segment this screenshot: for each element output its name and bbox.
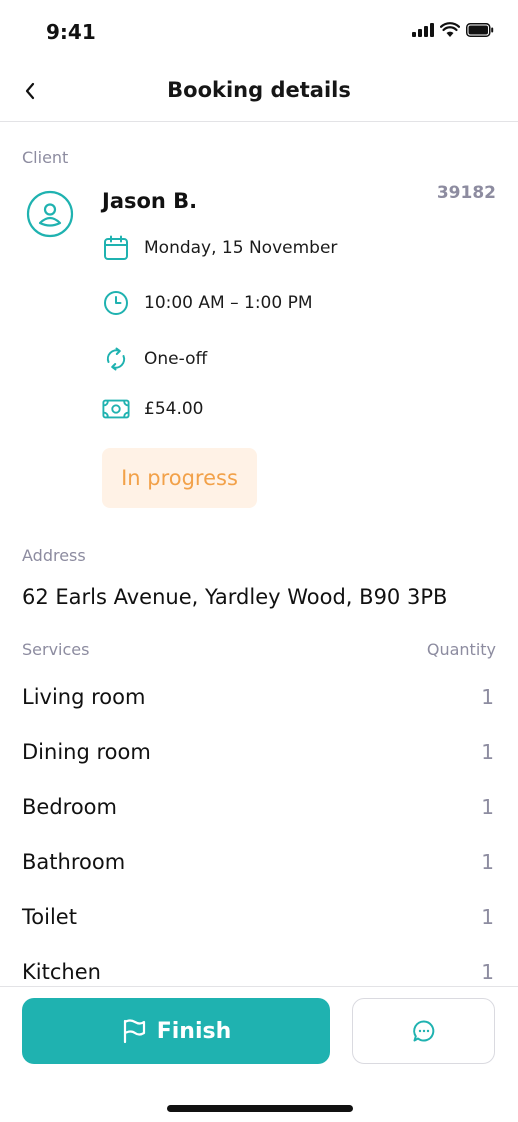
- service-quantity: 1: [481, 905, 494, 929]
- finish-button-label: Finish: [156, 1018, 232, 1044]
- service-row: Dining room 1: [22, 734, 494, 770]
- repeat-icon: [102, 345, 130, 373]
- cash-icon: [102, 395, 130, 423]
- service-quantity: 1: [481, 960, 494, 984]
- address-section-label: Address: [22, 546, 86, 565]
- flag-icon: [123, 1019, 145, 1044]
- battery-icon: [466, 22, 494, 37]
- status-icons: [412, 22, 494, 37]
- service-name: Toilet: [22, 905, 77, 929]
- service-row: Kitchen 1: [22, 954, 494, 990]
- frequency-row: One-off: [102, 344, 207, 374]
- service-quantity: 1: [481, 850, 494, 874]
- client-section-label: Client: [22, 148, 69, 167]
- signal-icon: [412, 22, 434, 37]
- home-indicator: [167, 1105, 353, 1112]
- services-section-label: Services: [22, 640, 90, 659]
- chat-bubble-icon: [412, 1020, 434, 1042]
- finish-button[interactable]: Finish: [22, 998, 330, 1064]
- service-row: Living room 1: [22, 679, 494, 715]
- service-name: Bedroom: [22, 795, 117, 819]
- service-quantity: 1: [481, 685, 494, 709]
- wifi-icon: [440, 22, 460, 37]
- bottom-action-bar: Finish: [0, 986, 518, 1122]
- status-time: 9:41: [46, 20, 96, 44]
- service-row: Bathroom 1: [22, 844, 494, 880]
- booking-frequency: One-off: [144, 349, 208, 369]
- status-bar: 9:41: [0, 0, 518, 64]
- service-quantity: 1: [481, 740, 494, 764]
- address-value: 62 Earls Avenue, Yardley Wood, B90 3PB: [22, 585, 448, 609]
- time-row: 10:00 AM – 1:00 PM: [102, 288, 313, 318]
- header: Booking details: [0, 64, 518, 122]
- clock-icon: [102, 289, 130, 317]
- service-name: Kitchen: [22, 960, 101, 984]
- service-name: Living room: [22, 685, 146, 709]
- price-row: £54.00: [102, 394, 203, 424]
- service-name: Dining room: [22, 740, 151, 764]
- date-row: Monday, 15 November: [102, 233, 337, 263]
- calendar-icon: [102, 234, 130, 262]
- user-avatar-icon: [26, 190, 74, 238]
- client-name: Jason B.: [102, 189, 198, 213]
- service-row: Toilet 1: [22, 899, 494, 935]
- booking-time: 10:00 AM – 1:00 PM: [144, 293, 313, 313]
- chat-button[interactable]: [352, 998, 495, 1064]
- booking-price: £54.00: [144, 399, 204, 419]
- page-title: Booking details: [167, 78, 351, 102]
- status-badge: In progress: [102, 448, 257, 508]
- booking-date: Monday, 15 November: [144, 238, 338, 258]
- service-name: Bathroom: [22, 850, 126, 874]
- booking-id: 39182: [436, 183, 496, 203]
- service-quantity: 1: [481, 795, 494, 819]
- quantity-column-label: Quantity: [426, 640, 496, 659]
- service-row: Bedroom 1: [22, 789, 494, 825]
